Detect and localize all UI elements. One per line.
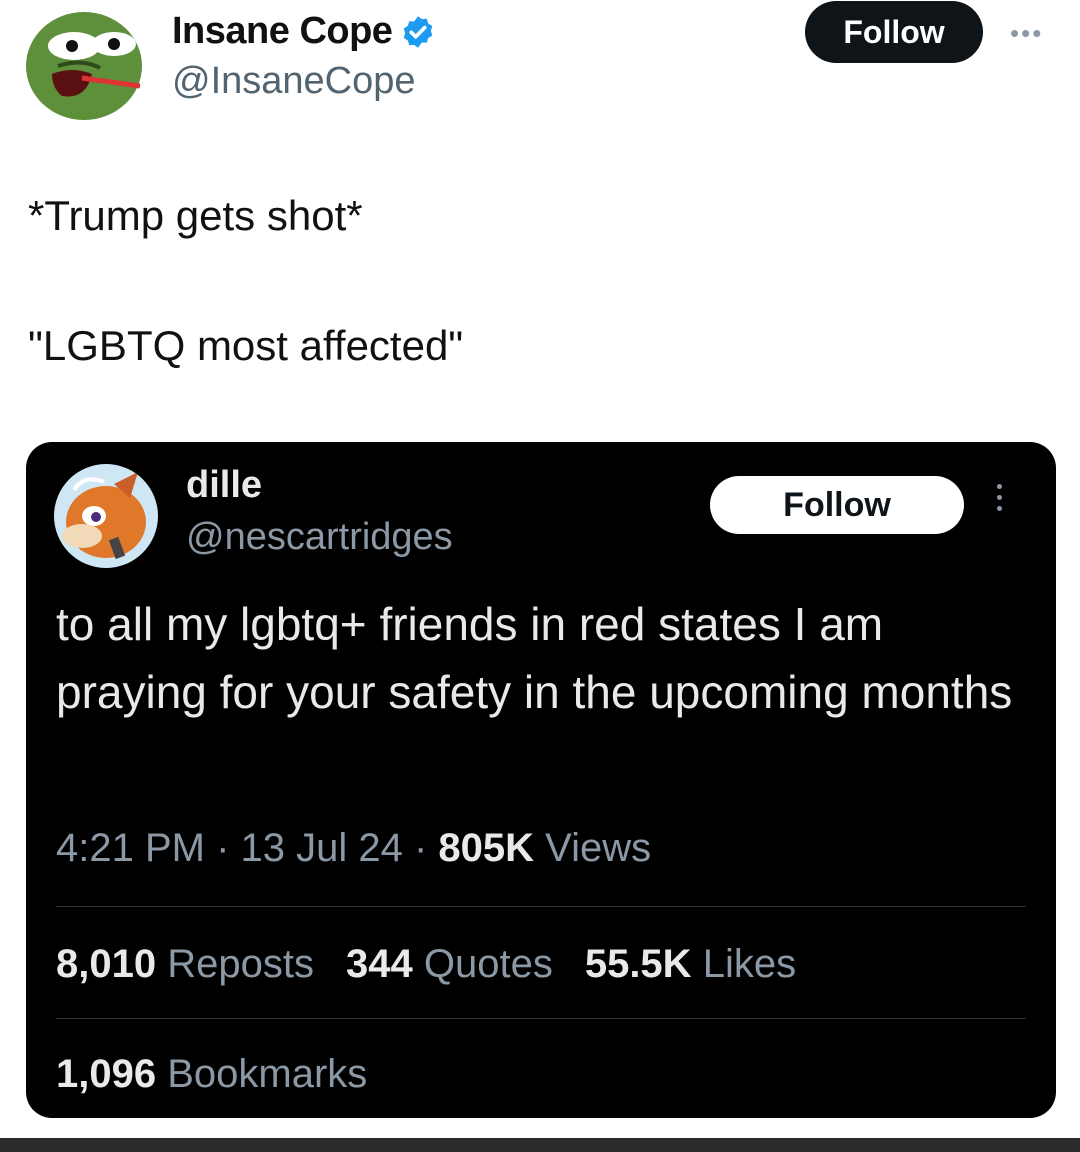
quoted-follow-button[interactable]: Follow — [710, 476, 964, 534]
pepe-frog-avatar[interactable] — [22, 4, 150, 122]
bottom-bar — [0, 1138, 1080, 1152]
engagement-stats: 8,010 Reposts 344 Quotes 55.5K Likes — [56, 942, 796, 987]
more-vertical-icon[interactable] — [994, 484, 1004, 511]
quoted-tweet-text: to all my lgbtq+ friends in red states I… — [56, 598, 1013, 718]
outer-tweet-text-line-1: *Trump gets shot* — [28, 192, 363, 239]
reposts-stat[interactable]: 8,010 Reposts — [56, 942, 314, 987]
more-horizontal-icon[interactable]: ••• — [1010, 18, 1043, 49]
tweet-meta: 4:21 PM · 13 Jul 24 · 805K Views — [56, 826, 652, 870]
quotes-stat[interactable]: 344 Quotes — [346, 942, 553, 987]
tweet-time[interactable]: 4:21 PM — [56, 826, 205, 870]
quoted-author-name[interactable]: dille — [186, 464, 262, 507]
divider — [56, 1018, 1026, 1019]
tweet-date[interactable]: 13 Jul 24 — [241, 826, 403, 870]
cartoon-character-avatar[interactable] — [54, 464, 158, 568]
outer-tweet-text-line-2: "LGBTQ most affected" — [28, 322, 464, 369]
outer-follow-button[interactable]: Follow — [805, 1, 983, 63]
divider — [56, 906, 1026, 907]
likes-stat[interactable]: 55.5K Likes — [585, 942, 796, 987]
bookmarks-stat[interactable]: 1,096 Bookmarks — [56, 1052, 367, 1097]
quoted-tweet-card[interactable]: dille @nescartridges Follow to all my lg… — [26, 442, 1056, 1118]
outer-author-handle[interactable]: @InsaneCope — [172, 60, 416, 103]
quoted-author-handle[interactable]: @nescartridges — [186, 516, 453, 559]
views-label: Views — [545, 826, 652, 870]
verified-badge-icon — [404, 15, 433, 48]
outer-tweet-header: Insane Cope @InsaneCope Follow ••• — [0, 0, 1080, 140]
outer-author-name[interactable]: Insane Cope — [172, 10, 393, 53]
views-count: 805K — [438, 826, 535, 870]
